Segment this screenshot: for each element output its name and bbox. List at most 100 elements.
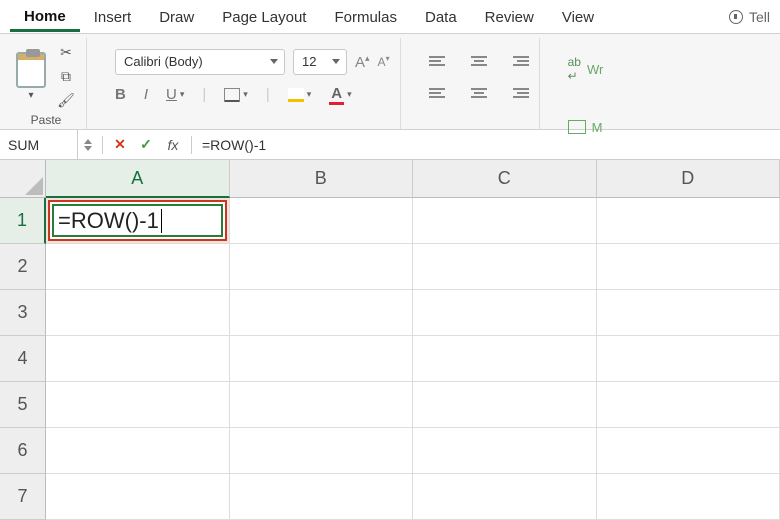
tab-insert[interactable]: Insert bbox=[80, 3, 146, 30]
worksheet: 1 2 3 4 5 6 7 A B C D =ROW()-1 bbox=[0, 160, 780, 520]
increase-font-button[interactable]: A▴ bbox=[355, 53, 370, 71]
tab-home[interactable]: Home bbox=[10, 2, 80, 32]
row-header[interactable]: 2 bbox=[0, 244, 46, 290]
cell[interactable] bbox=[230, 382, 414, 428]
paintbrush-icon: 🖌 bbox=[57, 92, 75, 109]
cell[interactable] bbox=[597, 382, 780, 428]
scissors-icon: ✂ bbox=[60, 44, 72, 61]
cell[interactable] bbox=[413, 198, 597, 244]
cell[interactable] bbox=[597, 336, 780, 382]
tell-me-label: Tell bbox=[749, 9, 770, 25]
cell[interactable] bbox=[46, 382, 230, 428]
chevron-down-icon: ▾ bbox=[180, 89, 185, 100]
align-top-button[interactable] bbox=[429, 50, 453, 72]
borders-icon bbox=[224, 88, 240, 102]
cancel-formula-button[interactable]: ✕ bbox=[107, 136, 133, 153]
cell[interactable] bbox=[597, 474, 780, 520]
tab-page-layout[interactable]: Page Layout bbox=[208, 3, 320, 30]
chevron-down-icon bbox=[270, 59, 278, 64]
cell[interactable] bbox=[597, 198, 780, 244]
copy-button[interactable]: ⧉ bbox=[56, 68, 76, 86]
font-color-button[interactable]: A▾ bbox=[329, 85, 351, 105]
format-painter-button[interactable]: 🖌 bbox=[56, 92, 76, 110]
tell-me[interactable]: Tell bbox=[729, 9, 770, 25]
cell[interactable] bbox=[230, 244, 414, 290]
row-headers: 1 2 3 4 5 6 7 bbox=[0, 160, 46, 520]
decrease-font-icon: A bbox=[378, 55, 386, 69]
fill-bucket-icon bbox=[288, 88, 304, 102]
bold-button[interactable]: B bbox=[115, 86, 126, 103]
select-all-corner[interactable] bbox=[0, 160, 46, 198]
cell[interactable] bbox=[230, 290, 414, 336]
align-middle-button[interactable] bbox=[467, 50, 491, 72]
align-left-button[interactable] bbox=[429, 82, 453, 104]
column-headers: A B C D bbox=[46, 160, 780, 198]
align-center-button[interactable] bbox=[467, 82, 491, 104]
cell[interactable] bbox=[46, 244, 230, 290]
cell[interactable] bbox=[597, 244, 780, 290]
underline-label: U bbox=[166, 86, 177, 103]
divider bbox=[191, 136, 192, 154]
column-header[interactable]: B bbox=[230, 160, 414, 198]
cell[interactable] bbox=[46, 474, 230, 520]
name-box-stepper[interactable] bbox=[84, 139, 92, 151]
underline-button[interactable]: U▾ bbox=[166, 86, 184, 103]
font-size-select[interactable]: 12 bbox=[293, 49, 347, 75]
wrap-text-button[interactable]: ab↵ Wr bbox=[568, 46, 604, 92]
cell[interactable] bbox=[230, 474, 414, 520]
cell[interactable] bbox=[413, 244, 597, 290]
fill-color-button[interactable]: ▾ bbox=[288, 88, 312, 102]
row-header[interactable]: 5 bbox=[0, 382, 46, 428]
cells: =ROW()-1 bbox=[46, 198, 780, 520]
insert-function-button[interactable]: fx bbox=[159, 137, 187, 153]
cell[interactable] bbox=[413, 336, 597, 382]
cell[interactable] bbox=[230, 198, 414, 244]
cell[interactable] bbox=[413, 474, 597, 520]
ribbon: ▾ ✂ ⧉ 🖌 Paste Calibri (Body) bbox=[0, 34, 780, 130]
cell[interactable] bbox=[597, 428, 780, 474]
row-header[interactable]: 7 bbox=[0, 474, 46, 520]
font-name-select[interactable]: Calibri (Body) bbox=[115, 49, 285, 75]
align-right-button[interactable] bbox=[505, 82, 529, 104]
lightbulb-icon bbox=[729, 10, 743, 24]
cell[interactable] bbox=[46, 428, 230, 474]
cut-button[interactable]: ✂ bbox=[56, 44, 76, 62]
borders-button[interactable]: ▾ bbox=[224, 88, 248, 102]
cell[interactable] bbox=[46, 290, 230, 336]
tab-draw[interactable]: Draw bbox=[145, 3, 208, 30]
decrease-font-button[interactable]: A▾ bbox=[378, 54, 390, 69]
wrap-text-icon: ab↵ bbox=[568, 55, 581, 83]
enter-formula-button[interactable]: ✓ bbox=[133, 136, 159, 153]
chevron-up-icon bbox=[84, 139, 92, 144]
cell[interactable] bbox=[46, 336, 230, 382]
cell[interactable] bbox=[597, 290, 780, 336]
tab-view[interactable]: View bbox=[548, 3, 608, 30]
cell[interactable] bbox=[230, 336, 414, 382]
align-bottom-button[interactable] bbox=[505, 50, 529, 72]
wrap-text-label: Wr bbox=[587, 62, 603, 77]
tab-formulas[interactable]: Formulas bbox=[320, 3, 411, 30]
cell[interactable] bbox=[413, 290, 597, 336]
row-header[interactable]: 1 bbox=[0, 198, 46, 244]
row-header[interactable]: 4 bbox=[0, 336, 46, 382]
cell-editor[interactable]: =ROW()-1 bbox=[52, 204, 223, 237]
column-header[interactable]: C bbox=[413, 160, 597, 198]
cell-a1[interactable]: =ROW()-1 bbox=[46, 198, 230, 244]
group-font: Calibri (Body) 12 A▴ A▾ B bbox=[105, 38, 401, 129]
name-box[interactable]: SUM bbox=[0, 130, 78, 159]
cell[interactable] bbox=[230, 428, 414, 474]
font-color-icon: A bbox=[329, 85, 344, 105]
formula-bar: SUM ✕ ✓ fx =ROW()-1 bbox=[0, 130, 780, 160]
tab-data[interactable]: Data bbox=[411, 3, 471, 30]
increase-font-icon: A bbox=[355, 54, 365, 71]
column-header[interactable]: D bbox=[597, 160, 780, 198]
paste-dropdown[interactable]: ▾ bbox=[28, 90, 33, 101]
formula-input[interactable]: =ROW()-1 bbox=[196, 137, 780, 153]
tab-review[interactable]: Review bbox=[471, 3, 548, 30]
cell[interactable] bbox=[413, 428, 597, 474]
row-header[interactable]: 6 bbox=[0, 428, 46, 474]
row-header[interactable]: 3 bbox=[0, 290, 46, 336]
italic-button[interactable]: I bbox=[144, 86, 148, 103]
column-header[interactable]: A bbox=[46, 160, 230, 198]
cell[interactable] bbox=[413, 382, 597, 428]
